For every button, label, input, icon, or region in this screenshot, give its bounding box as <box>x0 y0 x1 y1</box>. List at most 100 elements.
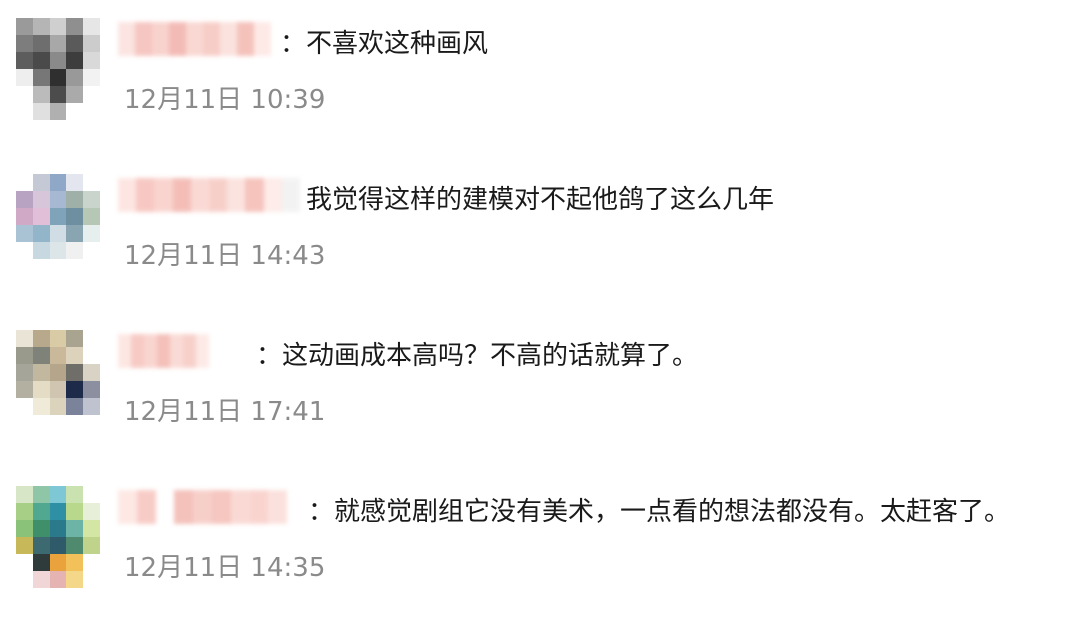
mosaic-cell <box>83 415 100 432</box>
mosaic-cell <box>32 571 50 588</box>
mosaic-cell <box>66 486 84 503</box>
mosaic-cell <box>49 330 67 347</box>
mosaic-cell <box>227 178 246 212</box>
mosaic-cell <box>66 520 84 537</box>
mosaic-cell <box>83 347 100 364</box>
username[interactable] <box>118 334 248 368</box>
mosaic-cell <box>32 364 50 381</box>
mosaic-cell <box>16 191 33 208</box>
username[interactable] <box>118 490 306 524</box>
mosaic-cell <box>16 86 33 103</box>
mosaic-cell <box>249 490 269 524</box>
mosaic-cell <box>49 554 67 571</box>
mosaic-cell <box>49 174 67 191</box>
mosaic-cell <box>32 520 50 537</box>
mosaic-cell <box>66 52 84 69</box>
mosaic-cell <box>49 225 67 242</box>
mosaic-cell <box>16 381 33 398</box>
mosaic-cell <box>136 178 155 212</box>
mosaic-cell <box>16 69 33 86</box>
mosaic-cell <box>49 520 67 537</box>
mosaic-cell <box>83 537 100 554</box>
mosaic-cell <box>83 398 100 415</box>
username[interactable] <box>118 178 301 212</box>
mosaic-cell <box>49 364 67 381</box>
mosaic-cell <box>32 398 50 415</box>
comment-text: ：不喜欢这种画风 <box>280 29 489 59</box>
mosaic-cell <box>131 334 144 368</box>
mosaic-cell <box>49 18 67 35</box>
avatar[interactable] <box>16 174 100 276</box>
mosaic-cell <box>83 520 100 537</box>
mosaic-cell <box>16 225 33 242</box>
mosaic-cell <box>32 259 50 276</box>
mosaic-cell <box>32 103 50 120</box>
mosaic-cell <box>230 490 250 524</box>
mosaic-cell <box>118 490 137 524</box>
mosaic-cell <box>254 22 271 56</box>
mosaic-cell <box>83 69 100 86</box>
mosaic-cell <box>16 35 33 52</box>
mosaic-cell <box>83 52 100 69</box>
mosaic-cell <box>186 22 203 56</box>
avatar[interactable] <box>16 18 100 120</box>
mosaic-cell <box>32 35 50 52</box>
mosaic-cell <box>209 178 228 212</box>
mosaic-cell <box>16 415 33 432</box>
mosaic-cell <box>193 490 212 524</box>
mosaic-cell <box>66 330 84 347</box>
username[interactable] <box>118 22 288 56</box>
mosaic-cell <box>83 330 100 347</box>
mosaic-cell <box>66 174 84 191</box>
timestamp: 12月11日 14:35 <box>124 553 326 583</box>
mosaic-cell <box>83 35 100 52</box>
mosaic-cell <box>49 35 67 52</box>
mosaic-cell <box>32 503 50 520</box>
mosaic-cell <box>32 208 50 225</box>
timestamp: 12月11日 14:43 <box>124 241 326 271</box>
mosaic-cell <box>209 334 222 368</box>
mosaic-cell <box>49 103 67 120</box>
mosaic-cell <box>83 571 100 588</box>
mosaic-cell <box>32 225 50 242</box>
mosaic-cell <box>49 191 67 208</box>
mosaic-cell <box>170 334 183 368</box>
mosaic-cell <box>32 52 50 69</box>
avatar[interactable] <box>16 330 100 432</box>
avatar[interactable] <box>16 486 100 588</box>
mosaic-cell <box>16 242 33 259</box>
mosaic-cell <box>32 242 50 259</box>
mosaic-cell <box>83 174 100 191</box>
mosaic-cell <box>263 178 282 212</box>
mosaic-cell <box>66 364 84 381</box>
mosaic-cell <box>16 103 33 120</box>
mosaic-cell <box>49 52 67 69</box>
mosaic-cell <box>190 178 210 212</box>
mosaic-cell <box>135 22 152 56</box>
mosaic-cell <box>83 18 100 35</box>
mosaic-cell <box>66 208 84 225</box>
mosaic-cell <box>32 415 50 432</box>
mosaic-cell <box>157 334 170 368</box>
timestamp: 12月11日 10:39 <box>124 85 326 115</box>
mosaic-cell <box>83 208 100 225</box>
mosaic-cell <box>66 571 84 588</box>
mosaic-cell <box>16 486 33 503</box>
mosaic-cell <box>16 347 33 364</box>
mosaic-cell <box>49 347 67 364</box>
mosaic-cell <box>174 490 194 524</box>
mosaic-cell <box>83 554 100 571</box>
mosaic-cell <box>16 554 33 571</box>
mosaic-cell <box>136 490 156 524</box>
mosaic-cell <box>66 191 84 208</box>
mosaic-cell <box>49 398 67 415</box>
mosaic-cell <box>83 242 100 259</box>
mosaic-cell <box>49 537 67 554</box>
comment-item: 我觉得这样的建模对不起他鸽了这么几年 12月11日 14:43 <box>0 156 1080 306</box>
mosaic-cell <box>83 225 100 242</box>
mosaic-cell <box>16 259 33 276</box>
mosaic-cell <box>66 103 84 120</box>
mosaic-cell <box>169 22 186 56</box>
mosaic-cell <box>16 18 33 35</box>
mosaic-cell <box>155 490 175 524</box>
